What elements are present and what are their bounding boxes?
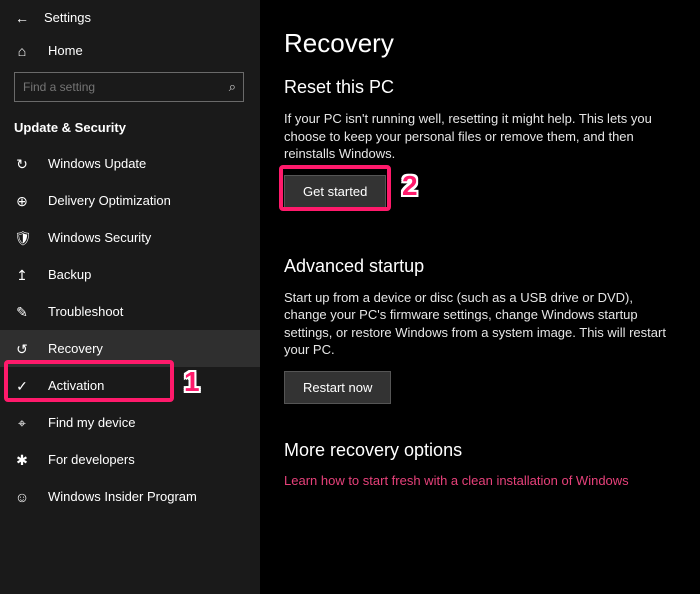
sidebar-item-label: Troubleshoot	[48, 304, 123, 319]
restart-now-button[interactable]: Restart now	[284, 371, 391, 404]
advanced-heading: Advanced startup	[284, 256, 676, 277]
delivery-icon: ⊕	[14, 194, 30, 208]
sidebar-item-label: Recovery	[48, 341, 103, 356]
recovery-icon: ↺	[14, 342, 30, 356]
sidebar-item-for-developers[interactable]: ✱ For developers	[0, 441, 260, 478]
sidebar-item-label: For developers	[48, 452, 135, 467]
sidebar-item-delivery-optimization[interactable]: ⊕ Delivery Optimization	[0, 182, 260, 219]
settings-title: Settings	[44, 10, 91, 25]
sidebar-item-troubleshoot[interactable]: ✎ Troubleshoot	[0, 293, 260, 330]
back-icon[interactable]: ←	[14, 11, 30, 25]
sidebar-item-windows-update[interactable]: ↻ Windows Update	[0, 145, 260, 182]
sidebar-item-windows-security[interactable]: 🛡 Windows Security	[0, 219, 260, 256]
sidebar-item-windows-insider[interactable]: ☺ Windows Insider Program	[0, 478, 260, 515]
advanced-body: Start up from a device or disc (such as …	[284, 289, 676, 359]
troubleshoot-icon: ✎	[14, 305, 30, 319]
section-label: Update & Security	[0, 110, 260, 145]
sync-icon: ↻	[14, 157, 30, 171]
find-device-icon: ⌖	[14, 416, 30, 430]
search-wrap: ⌕	[0, 68, 260, 110]
search-icon: ⌕	[229, 79, 236, 95]
sidebar-item-recovery[interactable]: ↺ Recovery	[0, 330, 260, 367]
more-heading: More recovery options	[284, 440, 676, 461]
activation-icon: ✓	[14, 379, 30, 393]
sidebar-item-label: Backup	[48, 267, 91, 282]
fresh-install-link[interactable]: Learn how to start fresh with a clean in…	[284, 473, 676, 488]
reset-heading: Reset this PC	[284, 77, 676, 98]
sidebar: ← Settings ⌂ Home ⌕ Update & Security ↻ …	[0, 0, 260, 594]
sidebar-item-label: Find my device	[48, 415, 135, 430]
get-started-button[interactable]: Get started	[284, 175, 386, 208]
sidebar-item-activation[interactable]: ✓ Activation	[0, 367, 260, 404]
developers-icon: ✱	[14, 453, 30, 467]
reset-body: If your PC isn't running well, resetting…	[284, 110, 676, 163]
insider-icon: ☺	[14, 490, 30, 504]
home-icon: ⌂	[14, 44, 30, 58]
search-input[interactable]	[14, 72, 244, 102]
sidebar-item-label: Windows Insider Program	[48, 489, 197, 504]
window-header: ← Settings	[0, 4, 260, 33]
shield-icon: 🛡	[14, 231, 30, 245]
sidebar-home[interactable]: ⌂ Home	[0, 33, 260, 68]
backup-icon: ↥	[14, 268, 30, 282]
sidebar-item-find-my-device[interactable]: ⌖ Find my device	[0, 404, 260, 441]
sidebar-item-label: Windows Update	[48, 156, 146, 171]
sidebar-item-label: Delivery Optimization	[48, 193, 171, 208]
home-label: Home	[48, 43, 83, 58]
content-pane: Recovery Reset this PC If your PC isn't …	[260, 0, 700, 594]
page-title: Recovery	[284, 28, 676, 59]
sidebar-item-label: Activation	[48, 378, 104, 393]
sidebar-item-label: Windows Security	[48, 230, 151, 245]
sidebar-item-backup[interactable]: ↥ Backup	[0, 256, 260, 293]
